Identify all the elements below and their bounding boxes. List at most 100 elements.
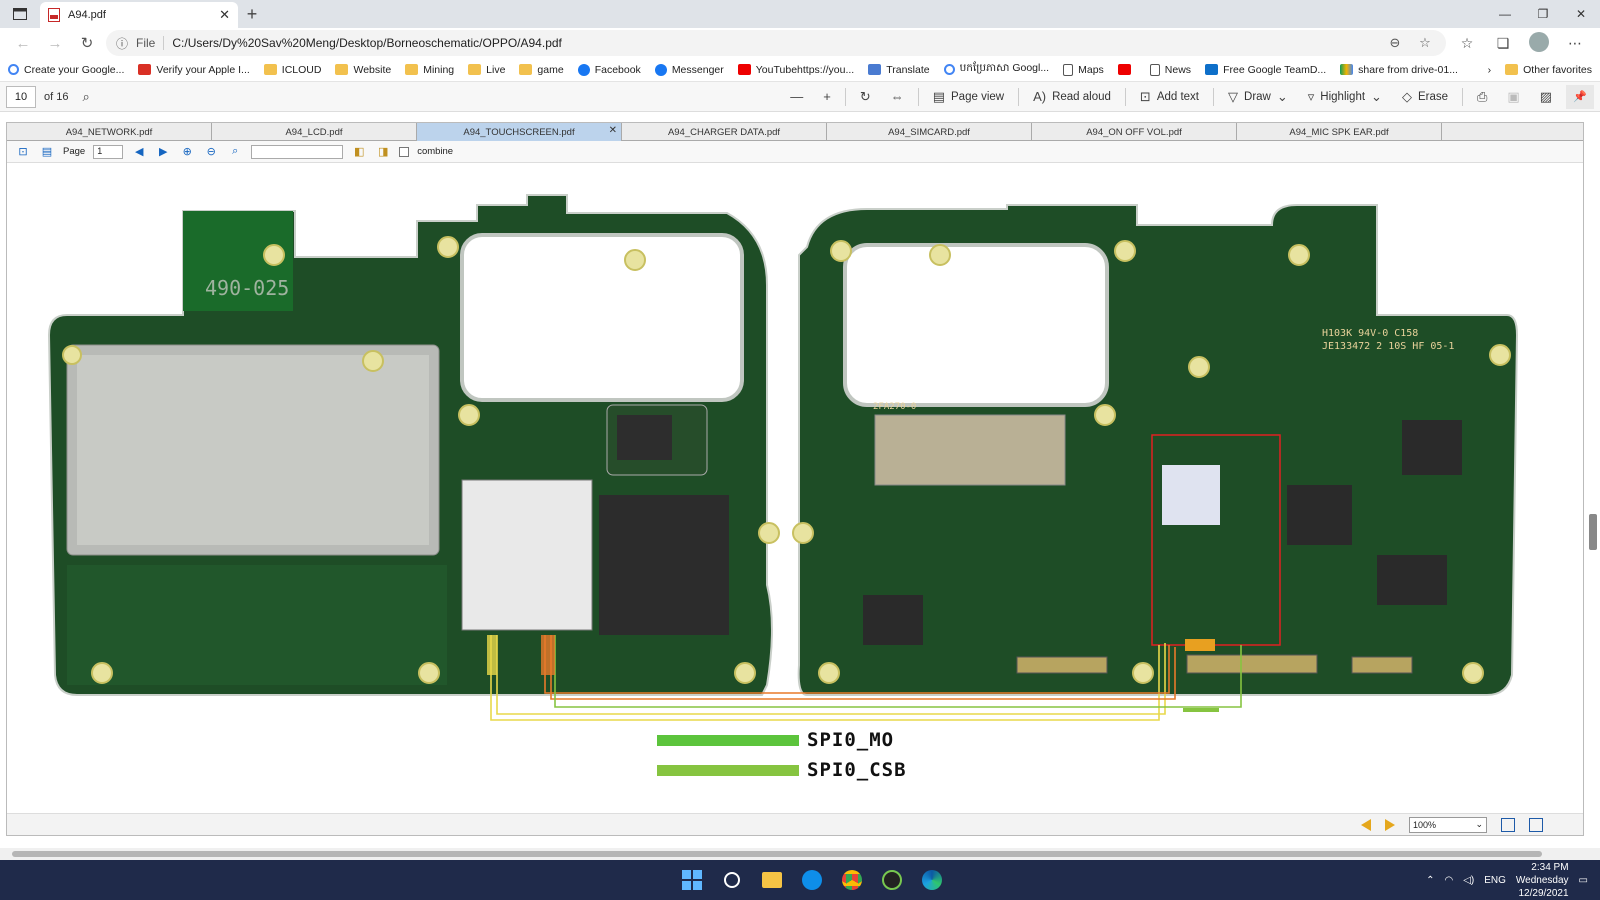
pin-toolbar-button[interactable]: 📌 (1566, 84, 1594, 109)
bookmark-item[interactable]: YouTubehttps://you... (737, 64, 854, 76)
vertical-scroll-thumb[interactable] (1589, 514, 1597, 550)
print-button[interactable]: ⎙ (1471, 89, 1493, 105)
pdf-toolbar: 10 of 16 ⌕ — + ↻ ⇔ ▤ Page view A) Read alo… (0, 82, 1600, 112)
next-arrow-icon[interactable]: ▶ (155, 145, 171, 159)
doc-tab[interactable]: A94_TOUCHSCREEN.pdf ✕ (417, 123, 622, 141)
file-explorer-button[interactable] (756, 864, 788, 896)
more-menu-icon[interactable]: ⋯ (1560, 35, 1590, 52)
profile-avatar[interactable] (1524, 31, 1554, 55)
bookmark-item[interactable]: Facebook (577, 63, 641, 76)
restore-icon[interactable]: ❐ (1524, 0, 1562, 28)
left-board-marking: 490-025 (205, 276, 289, 300)
zoom-in-icon[interactable]: ⊕ (179, 145, 195, 159)
back-button[interactable]: ← (10, 30, 36, 56)
draw-button[interactable]: ▽ Draw ⌄ (1222, 89, 1294, 105)
page-view-button[interactable]: ▤ Page view (927, 89, 1010, 105)
info-icon[interactable]: ⓘ (116, 35, 128, 52)
prev-page-icon[interactable] (1361, 818, 1371, 831)
bookmark-item[interactable]: Verify your Apple I... (138, 64, 250, 76)
erase-button[interactable]: ◇ Erase (1396, 89, 1454, 105)
new-tab-button[interactable]: + (238, 0, 266, 28)
horizontal-scrollbar[interactable] (0, 848, 1600, 860)
save-button[interactable]: ▣ (1501, 89, 1525, 105)
find-input[interactable] (251, 144, 344, 159)
fit-button[interactable]: ⇔ (885, 89, 910, 104)
doc-tab[interactable]: A94_ON OFF VOL.pdf (1032, 123, 1237, 141)
bookmark-item[interactable]: share from drive-01... (1340, 64, 1458, 76)
zoom-out-button[interactable]: — (784, 89, 809, 104)
find-next-icon[interactable]: ◨ (375, 145, 391, 159)
volume-icon[interactable]: ◁) (1463, 875, 1474, 886)
collections-icon[interactable]: ❏ (1488, 35, 1518, 52)
bookmarks-overflow-icon[interactable]: › (1488, 64, 1492, 76)
bookmark-item[interactable]: Translate (868, 64, 930, 76)
bookmark-item[interactable]: News (1149, 63, 1191, 76)
add-text-button[interactable]: ⊡ Add text (1134, 89, 1205, 105)
doc-tab[interactable]: A94_CHARGER DATA.pdf (622, 123, 827, 141)
browser-tab-active[interactable]: A94.pdf ✕ (40, 2, 238, 28)
horizontal-scroll-thumb[interactable] (12, 851, 1542, 857)
fit-width-icon[interactable] (1501, 817, 1515, 832)
doc-tab[interactable]: A94_MIC SPK EAR.pdf (1237, 123, 1442, 141)
highlight-button[interactable]: ▿ Highlight ⌄ (1302, 89, 1388, 105)
next-page-icon[interactable] (1385, 818, 1395, 831)
bookmark-label: share from drive-01... (1358, 63, 1458, 76)
close-window-icon[interactable]: ✕ (1562, 0, 1600, 28)
url-box[interactable]: ⓘ File C:/Users/Dy%20Sav%20Meng/Desktop/… (106, 30, 1446, 56)
rotate-button[interactable]: ↻ (854, 89, 877, 105)
zoom-in-button[interactable]: + (817, 89, 837, 104)
bookmark-item[interactable]: Free Google TeamD... (1205, 64, 1326, 76)
find-prev-icon[interactable]: ◧ (351, 145, 367, 159)
teamviewer-button[interactable] (796, 864, 828, 896)
other-favorites[interactable]: Other favorites (1505, 64, 1592, 76)
folder-icon (405, 64, 419, 75)
read-aloud-button[interactable]: A) Read aloud (1027, 89, 1117, 104)
page-input[interactable]: 1 (93, 144, 124, 159)
search-button[interactable]: ⌕ (76, 89, 95, 105)
chrome-button[interactable] (836, 864, 868, 896)
refresh-button[interactable]: ↻ (74, 30, 100, 56)
bookmark-item[interactable]: ICLOUD (263, 64, 321, 76)
vertical-scrollbar[interactable] (1588, 126, 1598, 836)
close-doc-tab-icon[interactable]: ✕ (609, 125, 617, 136)
zoom-out-icon[interactable]: ⊖ (203, 145, 219, 159)
doc-tab[interactable]: A94_NETWORK.pdf (7, 123, 212, 141)
save-page-icon[interactable]: ▤ (39, 145, 55, 159)
gpu-tool-button[interactable] (876, 864, 908, 896)
prev-arrow-icon[interactable]: ◀ (131, 145, 147, 159)
zoom-select[interactable]: 100% ⌄ (1409, 816, 1487, 833)
zoom-icon[interactable]: ⊖ (1384, 35, 1406, 51)
chevron-up-icon[interactable]: ⌃ (1426, 875, 1434, 886)
bookmark-item[interactable]: Mining (405, 64, 454, 76)
bookmark-item[interactable]: Maps (1063, 63, 1104, 76)
bookmark-item[interactable]: បកប្រែភាសា Googl... (943, 62, 1049, 77)
close-tab-icon[interactable]: ✕ (219, 7, 230, 23)
wifi-icon[interactable]: ◠ (1444, 875, 1453, 886)
doc-tab[interactable]: A94_LCD.pdf (212, 123, 417, 141)
forward-button[interactable]: → (42, 30, 68, 56)
start-button[interactable] (676, 864, 708, 896)
bookmark-item[interactable]: Messenger (654, 63, 724, 76)
add-favorite-icon[interactable]: ☆ (1414, 35, 1436, 51)
tab-actions-button[interactable] (0, 0, 40, 28)
edge-button[interactable] (916, 864, 948, 896)
save-as-button[interactable]: ▨ (1534, 89, 1558, 105)
bookmark-item[interactable]: Website (335, 64, 391, 76)
bookmark-item[interactable]: Create your Google... (8, 64, 124, 76)
combine-checkbox[interactable] (399, 146, 410, 157)
notification-icon[interactable]: ▭ (1579, 875, 1588, 886)
page-number-input[interactable]: 10 (6, 85, 36, 108)
minimize-icon[interactable]: — (1486, 0, 1524, 28)
favorites-icon[interactable]: ☆ (1452, 35, 1482, 52)
search-taskbar-button[interactable] (716, 864, 748, 896)
fit-page-icon[interactable]: ⊡ (15, 145, 31, 159)
clock[interactable]: 2:34 PM Wednesday 12/29/2021 (1516, 861, 1569, 900)
bookmark-item[interactable]: game (519, 64, 564, 76)
doc-tab[interactable]: A94_SIMCARD.pdf (827, 123, 1032, 141)
bookmark-item[interactable] (1117, 64, 1136, 75)
find-icon[interactable]: ⌕ (227, 145, 243, 159)
language-indicator[interactable]: ENG (1484, 875, 1506, 886)
fit-page-icon[interactable] (1529, 817, 1543, 832)
bookmark-item[interactable]: Live (468, 64, 505, 76)
url-text[interactable]: C:/Users/Dy%20Sav%20Meng/Desktop/Borneos… (172, 36, 1376, 50)
